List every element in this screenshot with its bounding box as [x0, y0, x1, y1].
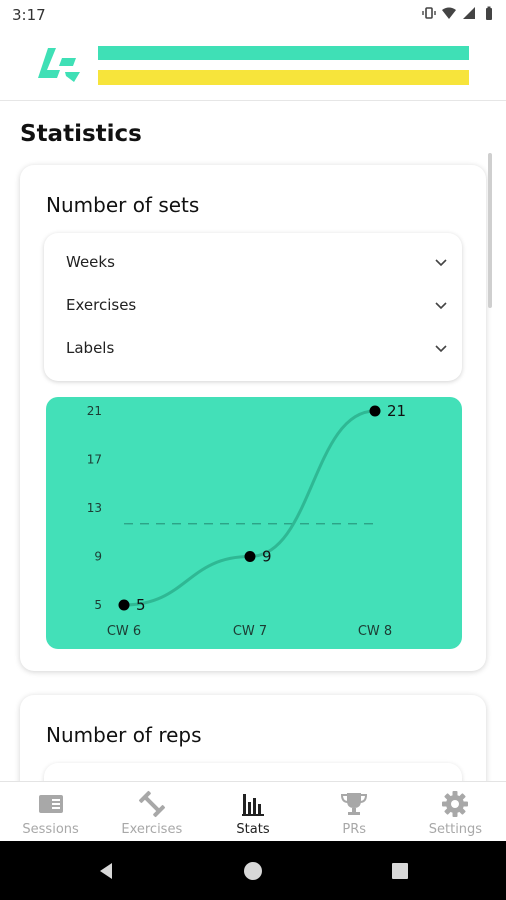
status-icons — [422, 6, 496, 20]
chevron-down-icon — [435, 345, 447, 353]
y-tick-label: 13 — [87, 501, 102, 515]
brand-bar-teal — [98, 46, 469, 60]
y-tick-label: 21 — [87, 404, 102, 418]
filter-label: Exercises — [66, 296, 137, 314]
nav-label: Settings — [428, 822, 483, 837]
nav-label: Stats — [236, 822, 270, 837]
recents-icon[interactable] — [390, 861, 410, 881]
chart-svg: 21 17 13 9 5 CW 6 CW 7 CW 8 5 9 21 — [87, 402, 406, 639]
content-area[interactable]: Statistics Number of sets Weeks Exercise… — [0, 101, 506, 781]
nav-label: PRs — [342, 822, 367, 837]
data-point — [244, 551, 256, 562]
nav-stats[interactable]: Stats — [202, 782, 303, 842]
filter-weeks[interactable]: Weeks — [44, 243, 462, 283]
data-label: 5 — [136, 596, 146, 614]
nav-sessions[interactable]: Sessions — [0, 782, 101, 842]
x-tick-label: CW 7 — [233, 624, 267, 639]
series-line — [123, 409, 376, 607]
bottom-nav: Sessions Exercises Stats PRs Settings — [0, 781, 506, 842]
data-label: 21 — [387, 402, 406, 420]
home-icon[interactable] — [243, 861, 263, 881]
card-title: Number of sets — [46, 193, 200, 217]
data-label: 9 — [262, 548, 272, 566]
app-logo — [38, 48, 80, 82]
filter-panel: Weeks Exercises Labels — [44, 233, 462, 381]
sets-chart: 21 17 13 9 5 CW 6 CW 7 CW 8 5 9 21 — [46, 397, 462, 649]
system-nav-bar — [0, 841, 506, 900]
nav-settings[interactable]: Settings — [405, 782, 506, 842]
nav-label: Exercises — [121, 822, 183, 837]
scrollbar[interactable] — [488, 153, 492, 308]
stats-icon — [242, 794, 264, 816]
back-icon[interactable] — [96, 861, 116, 881]
brand-bar-yellow — [98, 70, 469, 85]
battery-icon — [486, 6, 492, 20]
sets-card: Number of sets Weeks Exercises Labels 21… — [20, 165, 486, 671]
gear-icon — [442, 791, 469, 817]
data-point — [118, 599, 130, 611]
filter-panel — [44, 763, 462, 781]
chevron-down-icon — [435, 302, 447, 310]
x-tick-label: CW 6 — [107, 624, 141, 639]
vibrate-icon — [422, 7, 436, 19]
card-title: Number of reps — [46, 723, 202, 747]
y-tick-label: 9 — [94, 550, 102, 564]
status-bar: 3:17 — [0, 0, 506, 32]
nav-label: Sessions — [22, 822, 79, 837]
nav-prs[interactable]: PRs — [304, 782, 405, 842]
y-tick-label: 17 — [87, 453, 102, 467]
reps-card: Number of reps — [20, 695, 486, 781]
nav-exercises[interactable]: Exercises — [101, 782, 202, 842]
signal-icon — [463, 7, 475, 19]
app-header — [0, 32, 506, 101]
filter-labels[interactable]: Labels — [44, 329, 462, 369]
sessions-icon — [38, 795, 63, 813]
filter-exercises[interactable]: Exercises — [44, 286, 462, 326]
page-title: Statistics — [20, 121, 142, 147]
dumbbell-icon — [138, 790, 165, 818]
status-time: 3:17 — [12, 6, 46, 24]
trophy-icon — [341, 793, 368, 815]
filter-label: Labels — [66, 339, 115, 357]
chevron-down-icon — [435, 259, 447, 267]
filter-label: Weeks — [66, 253, 115, 271]
wifi-icon — [442, 7, 456, 19]
x-tick-label: CW 8 — [358, 624, 392, 639]
data-point — [369, 405, 381, 417]
y-tick-label: 5 — [94, 598, 102, 612]
